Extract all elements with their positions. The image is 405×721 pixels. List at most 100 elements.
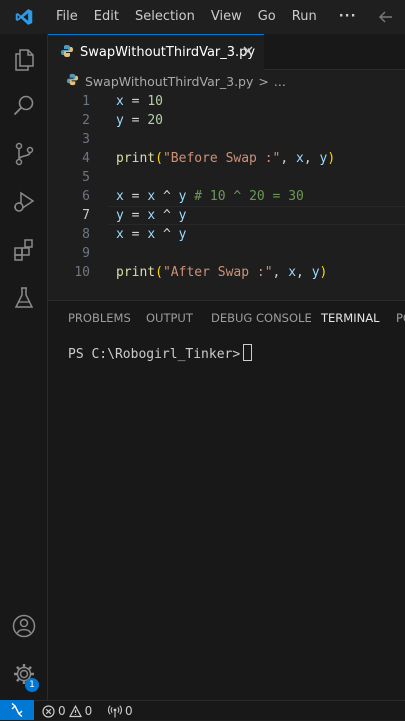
code-token: "Before Swap :"	[162, 151, 281, 166]
arrow-left-icon[interactable]	[377, 8, 395, 30]
code-line[interactable]: 7 y = x ^ y	[48, 206, 405, 225]
code-line[interactable]: 1 x = 10	[48, 92, 405, 111]
files-icon[interactable]	[0, 36, 48, 84]
code-line[interactable]: 6 x = x ^ y # 10 ^ 20 = 30	[48, 187, 405, 206]
code-line[interactable]: 2 y = 20	[48, 111, 405, 130]
source-control-icon[interactable]	[0, 130, 48, 178]
breadcrumb: SwapWithoutThirdVar_3.py > ...	[48, 70, 405, 92]
title-bar: File Edit Selection View Go Run ···	[0, 0, 405, 34]
code-token: print	[116, 265, 156, 280]
gear-icon[interactable]: 1	[0, 650, 48, 698]
code-line[interactable]: 4 print("Before Swap :", x, y)	[48, 149, 405, 168]
code-token: (	[155, 265, 163, 280]
code-token: y	[116, 113, 124, 128]
code-token: y	[311, 265, 320, 280]
code-token: x	[116, 94, 124, 109]
code-token: y	[178, 208, 187, 223]
python-file-icon	[60, 43, 74, 62]
line-number: 4	[82, 151, 90, 166]
code-token: y	[178, 227, 187, 242]
code-token: print	[116, 151, 156, 166]
code-token: ,	[303, 151, 320, 166]
code-token: x	[296, 151, 304, 166]
code-text: print("After Swap :", x, y)	[116, 263, 327, 282]
extensions-icon[interactable]	[0, 226, 48, 274]
activity-bar: 1	[0, 34, 48, 700]
menu-more[interactable]: ···	[325, 0, 365, 34]
code-token: ,	[296, 265, 312, 280]
line-number: 5	[82, 170, 90, 185]
ports-status[interactable]: 0	[108, 701, 136, 721]
status-bar: 0 0 0	[0, 700, 405, 720]
broadcast-icon	[108, 704, 122, 717]
code-text: y = 20	[116, 111, 163, 130]
code-token: "After Swap :"	[162, 265, 273, 280]
code-token: ^	[155, 189, 179, 204]
breadcrumb-more[interactable]: ...	[274, 74, 286, 89]
menu-bar: File Edit Selection View Go Run ···	[48, 0, 365, 34]
accounts-badge: 1	[25, 678, 39, 692]
tab-output[interactable]: OUTPUT	[146, 301, 193, 335]
line-number: 2	[82, 113, 90, 128]
code-line[interactable]: 3	[48, 130, 405, 149]
search-icon[interactable]	[0, 82, 48, 130]
code-line[interactable]: 9	[48, 244, 405, 263]
breadcrumb-separator: >	[258, 73, 269, 89]
code-token: x	[147, 208, 156, 223]
code-token: x	[116, 227, 124, 242]
remote-icon[interactable]	[0, 700, 34, 720]
warning-count: 0	[84, 704, 93, 718]
error-count: 0	[58, 704, 66, 718]
editor-tab[interactable]: SwapWithoutThirdVar_3.py	[48, 34, 264, 70]
code-token: x	[147, 189, 156, 204]
run-debug-icon[interactable]	[0, 178, 48, 226]
code-editor[interactable]: 1x = 10 2 y = 20 3 4 print("Before Swap :", x…	[48, 92, 405, 292]
error-icon	[42, 704, 55, 718]
line-number: 8	[82, 227, 90, 242]
code-token: =	[123, 94, 148, 109]
line-number: 10	[74, 265, 90, 280]
code-token: )	[319, 265, 328, 280]
vscode-logo-icon[interactable]	[0, 0, 48, 34]
breadcrumb-file[interactable]: SwapWithoutThirdVar_3.py	[85, 74, 253, 89]
tab-label: SwapWithoutThirdVar_3.py	[80, 45, 256, 60]
problems-status[interactable]: 0 0	[42, 701, 95, 721]
code-token: )	[327, 151, 336, 166]
ports-count: 0	[125, 704, 133, 718]
code-token: ,	[280, 151, 297, 166]
menu-view[interactable]: View	[203, 0, 250, 34]
menu-go[interactable]: Go	[250, 0, 284, 34]
code-token: 20	[147, 113, 163, 128]
menu-run[interactable]: Run	[284, 0, 325, 34]
code-text: x = 10	[116, 92, 163, 111]
menu-file[interactable]: File	[48, 0, 86, 34]
line-number: 9	[82, 246, 90, 261]
tab-debug-console[interactable]: DEBUG CONSOLE	[211, 301, 312, 335]
editor-tab-bar: SwapWithoutThirdVar_3.py	[48, 34, 405, 70]
terminal-cursor	[243, 344, 253, 361]
code-token: # 10 ^ 20 = 30	[186, 189, 304, 204]
code-line[interactable]: 10 print("After Swap :", x, y)	[48, 263, 405, 282]
code-text: x = x ^ y # 10 ^ 20 = 30	[116, 187, 304, 206]
code-token: =	[123, 113, 148, 128]
code-token: 10	[147, 94, 163, 109]
code-token: =	[123, 208, 148, 223]
account-icon[interactable]	[0, 602, 48, 650]
terminal-prompt-text: PS C:\Robogirl_Tinker>	[68, 347, 241, 362]
line-number: 6	[82, 189, 90, 204]
menu-edit[interactable]: Edit	[86, 0, 127, 34]
terminal[interactable]: PS C:\Robogirl_Tinker>	[48, 334, 405, 700]
menu-selection[interactable]: Selection	[127, 0, 203, 34]
line-number: 1	[82, 94, 90, 109]
warning-icon	[68, 704, 82, 717]
terminal-prompt: PS C:\Robogirl_Tinker>	[68, 344, 253, 362]
code-line[interactable]: 8 x = x ^ y	[48, 225, 405, 244]
tab-ports[interactable]: PORTS	[396, 301, 405, 335]
close-icon[interactable]	[240, 43, 256, 63]
code-token: =	[123, 189, 148, 204]
tab-problems[interactable]: PROBLEMS	[68, 301, 131, 335]
code-line[interactable]: 5	[48, 168, 405, 187]
tab-terminal[interactable]: TERMINAL	[321, 301, 380, 335]
flask-icon[interactable]	[0, 274, 48, 322]
python-file-icon	[66, 73, 79, 89]
